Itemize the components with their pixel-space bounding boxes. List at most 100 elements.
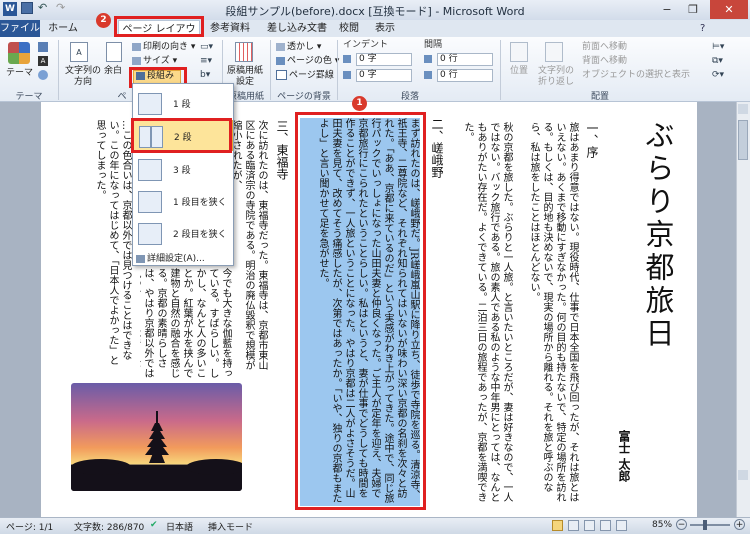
breaks-icon[interactable]: ▭▾ xyxy=(200,42,213,52)
orientation-button[interactable]: 印刷の向き ▾ xyxy=(132,42,195,53)
group-label-page-setup: ペ xyxy=(117,92,127,102)
size-button[interactable]: サイズ ▾ xyxy=(132,56,177,67)
document-author: 富士 太郎 xyxy=(617,430,630,483)
line-numbers-icon[interactable]: ≡▾ xyxy=(200,56,212,66)
columns-option-3[interactable]: 3 段 xyxy=(133,154,233,185)
size-icon xyxy=(132,56,141,65)
tab-mailings[interactable]: 差し込み文書 xyxy=(264,20,330,37)
indent-left-icon xyxy=(343,55,351,63)
section3-body: 次に訪れたのは、東福寺だった。東福寺は、京都市東山区にある臨済宗の寺院である。明… xyxy=(234,120,267,370)
columns-option-left-label: 1 段目を狭く xyxy=(173,198,227,208)
columns-option-1[interactable]: 1 段 xyxy=(133,88,233,119)
status-language[interactable]: 日本語 xyxy=(166,520,193,533)
margin-button[interactable]: 余白 xyxy=(104,66,122,77)
scroll-down-icon[interactable] xyxy=(738,470,748,480)
status-word-count[interactable]: 文字数: 286/870 xyxy=(74,520,144,533)
section1-body: 旅はあまり得意ではない。現役時代、仕事で日本全国を飛び回ったが、それは旅とはいえ… xyxy=(528,122,578,502)
wrap-icon[interactable] xyxy=(545,42,563,62)
columns-option-right-label: 2 段目を狭く xyxy=(173,230,227,240)
left-column-icon xyxy=(138,191,162,213)
pagoda-photo[interactable] xyxy=(71,383,242,491)
section3-body4: …この色合いは、京都以外では見つけることはできない。この年になってはじめて、「日… xyxy=(94,120,131,365)
group-separator xyxy=(337,40,338,100)
tab-home[interactable]: ホーム xyxy=(44,20,82,37)
scroll-up-icon[interactable] xyxy=(738,104,748,114)
group-separator xyxy=(58,40,59,100)
help-icon[interactable]: ? xyxy=(700,23,705,34)
group-label-paragraph: 段落 xyxy=(400,92,419,102)
manuscript-icon[interactable] xyxy=(235,42,253,62)
send-backward-button[interactable]: 背面へ移動 xyxy=(582,56,627,67)
rotate-icon[interactable]: ⟳▾ xyxy=(712,70,724,80)
tab-file[interactable]: ファイル xyxy=(0,20,40,37)
columns-more-label: 詳細設定(A)... xyxy=(147,254,205,264)
columns-option-left[interactable]: 1 段目を狭く xyxy=(133,186,233,217)
watermark-button[interactable]: 透かし ▾ xyxy=(276,42,321,53)
step-marker-1: 1 xyxy=(352,96,367,111)
spacing-before-field[interactable]: 0 行 xyxy=(437,53,493,66)
full-screen-icon[interactable] xyxy=(568,520,579,531)
indent-left-field[interactable]: 0 字 xyxy=(356,53,412,66)
vertical-scrollbar[interactable] xyxy=(736,102,750,517)
theme-button[interactable]: テーマ xyxy=(6,68,33,79)
spacing-after-field[interactable]: 0 行 xyxy=(437,69,493,82)
bring-forward-button[interactable]: 前面へ移動 xyxy=(582,42,627,53)
web-layout-icon[interactable] xyxy=(584,520,595,531)
page-color-button[interactable]: ページの色 ▾ xyxy=(276,56,339,67)
outline-icon[interactable] xyxy=(600,520,611,531)
text-direction-icon[interactable]: A xyxy=(70,42,88,62)
page-border-button[interactable]: ページ罫線 xyxy=(276,70,334,82)
highlight-box-tab xyxy=(114,16,204,37)
maximize-button[interactable]: ❐ xyxy=(680,0,706,19)
print-layout-icon[interactable] xyxy=(552,520,563,531)
selection-pane-button[interactable]: オブジェクトの選択と表示 xyxy=(582,70,690,81)
zoom-level[interactable]: 85% xyxy=(652,520,672,530)
spacing-after-icon xyxy=(424,71,432,79)
zoom-in-icon[interactable]: + xyxy=(734,519,745,530)
tab-review[interactable]: 校閲 xyxy=(334,20,364,37)
theme-effects-icon[interactable] xyxy=(38,70,48,80)
highlight-box-selection xyxy=(295,112,426,510)
section1-heading: 一、序 xyxy=(585,122,598,158)
margin-icon[interactable] xyxy=(106,42,122,62)
minimize-button[interactable]: − xyxy=(654,0,680,19)
group-label-arrange: 配置 xyxy=(590,92,609,102)
scroll-thumb[interactable] xyxy=(738,120,748,160)
highlight-box-two-columns xyxy=(131,118,232,153)
align-icon[interactable]: ⊨▾ xyxy=(712,42,724,52)
zoom-out-icon[interactable]: − xyxy=(676,519,687,530)
theme-fonts-icon[interactable]: A xyxy=(38,56,48,66)
page-color-icon xyxy=(276,56,285,65)
status-insert-mode[interactable]: 挿入モード xyxy=(208,520,253,533)
columns-more-icon xyxy=(136,254,145,263)
window-title: 段組サンプル(before).docx [互換モード] - Microsoft … xyxy=(225,5,525,18)
tab-view[interactable]: 表示 xyxy=(370,20,400,37)
pagoda-silhouette-icon xyxy=(71,411,242,491)
position-button[interactable]: 位置 xyxy=(510,66,528,77)
position-icon[interactable] xyxy=(510,42,528,62)
tab-references[interactable]: 参考資料 xyxy=(206,20,254,37)
section3-heading: 三、東福寺 xyxy=(275,120,288,180)
zoom-slider[interactable] xyxy=(690,524,730,526)
status-page[interactable]: ページ: 1/1 xyxy=(6,520,53,533)
text-direction-button[interactable]: 文字列の 方向 xyxy=(64,66,102,88)
columns-more-option[interactable]: 詳細設定(A)... xyxy=(136,251,205,264)
theme-icon[interactable] xyxy=(8,42,30,64)
group-icon[interactable]: ⧉▾ xyxy=(712,56,723,66)
indent-right-field[interactable]: 0 字 xyxy=(356,69,412,82)
section3-body2: 今でも大きな伽藍を持っている。すばらしい。しかし、なんと人の多いことか。紅葉が水… xyxy=(182,268,231,378)
hyphenation-icon[interactable]: b▾ xyxy=(200,70,210,80)
draft-icon[interactable] xyxy=(616,520,627,531)
indent-right-icon xyxy=(343,71,351,79)
document-title: ぶらり京都旅日記 xyxy=(641,120,675,351)
columns-option-3-label: 3 段 xyxy=(173,166,191,176)
proofing-icon[interactable]: ✔ xyxy=(150,520,158,530)
zoom-slider-thumb[interactable] xyxy=(703,520,707,530)
close-button[interactable]: ✕ xyxy=(710,0,748,19)
theme-colors-icon[interactable] xyxy=(38,42,48,52)
group-separator xyxy=(270,40,271,100)
indent-label: インデント xyxy=(343,40,389,50)
columns-option-right[interactable]: 2 段目を狭く xyxy=(133,218,233,249)
wrap-button[interactable]: 文字列の 折り返し xyxy=(536,66,576,88)
one-column-icon xyxy=(138,93,162,115)
